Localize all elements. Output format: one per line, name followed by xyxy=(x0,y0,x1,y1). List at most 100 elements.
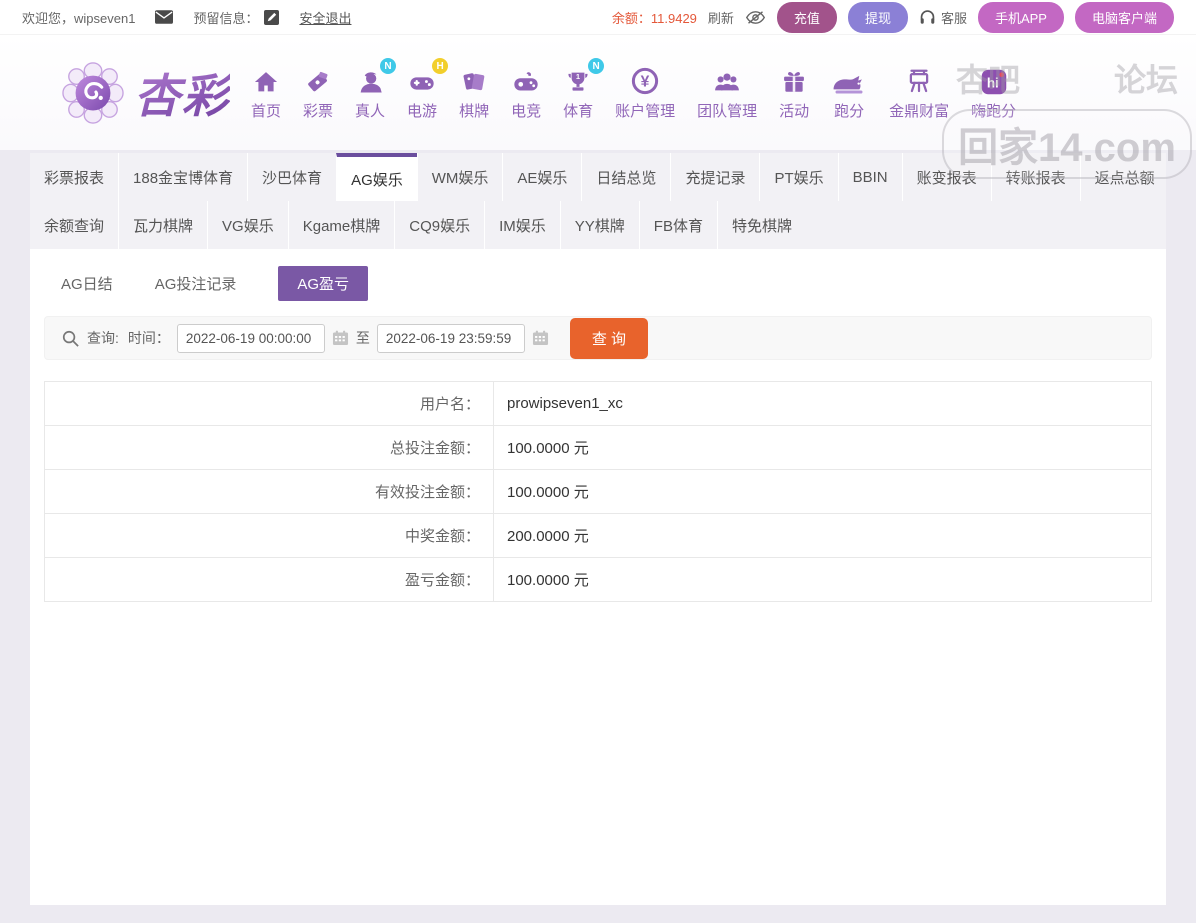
nav-item-team[interactable]: 团队管理 xyxy=(686,64,768,121)
tab-balance-query[interactable]: 余额查询 xyxy=(30,201,118,249)
date-to-input[interactable] xyxy=(376,323,525,353)
time-label: 时间： xyxy=(127,330,170,346)
tab-wm[interactable]: WM娱乐 xyxy=(416,153,503,201)
tab-shaba-sports[interactable]: 沙巴体育 xyxy=(247,153,336,201)
tab-im[interactable]: IM娱乐 xyxy=(484,201,560,249)
topbar: 欢迎您，wipseven1 预留信息： 安全退出 余额：11.9429 刷新 充… xyxy=(0,0,1196,35)
tab-kgame[interactable]: Kgame棋牌 xyxy=(287,201,395,249)
subtab-ag-profit[interactable]: AG盈亏 xyxy=(278,266,369,301)
tab-pt[interactable]: PT娱乐 xyxy=(759,153,837,201)
tab-yy-chess[interactable]: YY棋牌 xyxy=(559,201,639,249)
tab-lottery-report[interactable]: 彩票报表 xyxy=(30,153,118,201)
nav-item-jinding[interactable]: 金鼎财富 xyxy=(878,64,960,121)
report-row-label: 盈亏金额： xyxy=(404,572,480,589)
table-row: 用户名： prowipseven1_xc xyxy=(44,381,1152,426)
nav-item-esports[interactable]: 电竞 xyxy=(500,64,552,121)
svg-text:hi: hi xyxy=(987,76,999,91)
nav-item-egames[interactable]: H 电游 xyxy=(396,58,449,121)
mobile-app-button[interactable]: 手机APP xyxy=(977,1,1064,33)
calendar-icon[interactable] xyxy=(332,330,349,346)
nav-item-paofen[interactable]: 跑分 xyxy=(820,64,878,121)
search-label: 查询: xyxy=(87,330,119,346)
balance-label: 余额： xyxy=(611,10,651,26)
report-card: AG日结 AG投注记录 AG盈亏 查询: 时间： 至 查 询 用户 xyxy=(30,249,1166,905)
date-from-input[interactable] xyxy=(176,323,325,353)
refresh-link[interactable]: 刷新 xyxy=(708,8,734,27)
report-row-value: 200.0000 元 xyxy=(493,513,1152,558)
envelope-icon[interactable] xyxy=(155,10,174,24)
calendar-icon[interactable] xyxy=(532,330,549,346)
tab-cq9[interactable]: CQ9娱乐 xyxy=(394,201,484,249)
main-content: 彩票报表 188金宝博体育 沙巴体育 AG娱乐 WM娱乐 AE娱乐 日结总览 充… xyxy=(0,150,1196,905)
tab-188-sports[interactable]: 188金宝博体育 xyxy=(118,153,247,201)
withdraw-button[interactable]: 提现 xyxy=(847,1,908,33)
customer-service-link[interactable]: 客服 xyxy=(919,8,967,27)
headset-icon xyxy=(919,9,936,25)
nav-item-account[interactable]: ¥ 账户管理 xyxy=(604,64,686,121)
svg-text:¥: ¥ xyxy=(641,74,650,91)
tab-ag[interactable]: AG娱乐 xyxy=(336,153,417,201)
gift-icon xyxy=(780,64,808,96)
to-label: 至 xyxy=(355,330,370,346)
logo-flower-icon xyxy=(62,61,124,124)
tab-wali-chess[interactable]: 瓦力棋牌 xyxy=(118,201,207,249)
report-row-value: 100.0000 元 xyxy=(493,557,1152,602)
report-row-label: 用户名： xyxy=(44,381,494,426)
pc-client-button[interactable]: 电脑客户端 xyxy=(1074,1,1174,33)
logo[interactable]: 杏彩 xyxy=(62,60,230,126)
balance-value: 11.9429 xyxy=(650,10,697,26)
report-row-label: 总投注金额： xyxy=(44,425,494,470)
badge-n: N xyxy=(588,58,605,74)
welcome-text: 欢迎您，wipseven1 xyxy=(22,10,136,26)
ag-subtabs: AG日结 AG投注记录 AG盈亏 xyxy=(44,266,1152,301)
report-row-value: prowipseven1_xc xyxy=(493,381,1152,426)
table-row: 盈亏金额： 100.0000 元 xyxy=(45,557,1152,602)
subtab-ag-daily[interactable]: AG日结 xyxy=(61,266,113,301)
tab-fb-sports[interactable]: FB体育 xyxy=(638,201,717,249)
service-label: 客服 xyxy=(940,10,967,26)
hi-icon: hi xyxy=(980,64,1008,96)
search-bar: 查询: 时间： 至 查 询 xyxy=(44,316,1152,360)
badge-n: N xyxy=(380,58,397,74)
tab-bbin[interactable]: BBIN xyxy=(837,153,902,201)
main-nav: 首页 彩票 N 真人 H 电游 棋牌 电竞 N 1 体育 ¥ 账户管理 团队管理… xyxy=(240,58,1027,121)
rhino-icon xyxy=(831,64,867,96)
edit-icon[interactable] xyxy=(264,9,280,25)
nav-item-hipaofen[interactable]: hi 嗨跑分 xyxy=(960,64,1027,121)
coin-icon: ¥ xyxy=(630,64,660,96)
svg-text:1: 1 xyxy=(576,72,580,81)
tab-temian-chess[interactable]: 特免棋牌 xyxy=(716,201,806,249)
query-button[interactable]: 查 询 xyxy=(569,317,649,359)
report-row-label: 中奖金额： xyxy=(44,513,494,558)
nav-item-sports[interactable]: N 1 体育 xyxy=(552,58,605,121)
reserved-info-label: 预留信息： xyxy=(193,10,259,26)
table-row: 总投注金额： 100.0000 元 xyxy=(44,425,1152,470)
tab-vg[interactable]: VG娱乐 xyxy=(207,201,288,249)
tab-transfer-report[interactable]: 转账报表 xyxy=(990,153,1080,201)
report-row-value: 100.0000 元 xyxy=(493,425,1152,470)
recharge-button[interactable]: 充值 xyxy=(776,1,837,33)
team-icon xyxy=(712,64,742,96)
report-row-label: 有效投注金额： xyxy=(44,469,494,514)
tab-ae[interactable]: AE娱乐 xyxy=(502,153,581,201)
nav-item-promo[interactable]: 活动 xyxy=(768,64,820,121)
report-tabs-row1: 彩票报表 188金宝博体育 沙巴体育 AG娱乐 WM娱乐 AE娱乐 日结总览 充… xyxy=(30,153,1166,201)
table-row: 中奖金额： 200.0000 元 xyxy=(44,513,1152,558)
tripod-icon xyxy=(904,64,934,96)
logout-link[interactable]: 安全退出 xyxy=(299,8,351,27)
profit-report-table: 用户名： prowipseven1_xc 总投注金额： 100.0000 元 有… xyxy=(44,381,1152,602)
tab-daily-summary[interactable]: 日结总览 xyxy=(581,153,670,201)
nav-item-chess[interactable]: 棋牌 xyxy=(448,64,500,121)
nav-item-lottery[interactable]: 彩票 xyxy=(292,64,344,121)
report-row-value: 100.0000 元 xyxy=(493,469,1152,514)
subtab-ag-bet-records[interactable]: AG投注记录 xyxy=(155,266,237,301)
eye-slash-icon[interactable] xyxy=(745,10,766,25)
report-tabs-row2: 余额查询 瓦力棋牌 VG娱乐 Kgame棋牌 CQ9娱乐 IM娱乐 YY棋牌 F… xyxy=(30,201,1166,249)
tab-rebate-total[interactable]: 返点总额 xyxy=(1079,153,1169,201)
home-icon xyxy=(252,64,280,96)
nav-item-live[interactable]: N 真人 xyxy=(344,58,397,121)
tab-deposit-records[interactable]: 充提记录 xyxy=(670,153,759,201)
tab-account-change[interactable]: 账变报表 xyxy=(901,153,991,201)
ticket-icon xyxy=(304,64,332,96)
nav-item-home[interactable]: 首页 xyxy=(240,64,292,121)
